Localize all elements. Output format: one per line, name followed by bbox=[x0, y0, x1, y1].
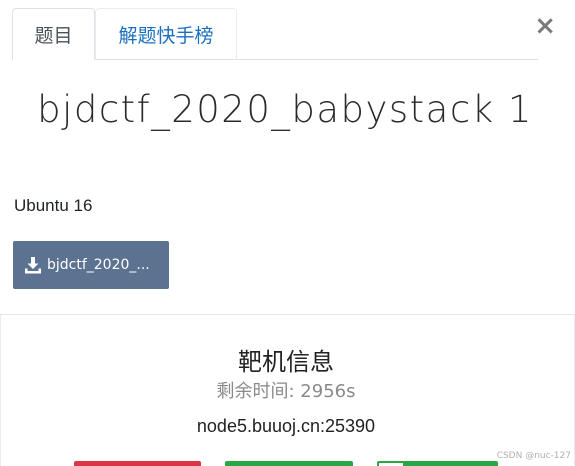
challenge-modal: 题目 解题快手榜 × bjdctf_2020_babystack 1 Ubunt… bbox=[0, 0, 575, 466]
instance-remaining-time: 剩余时间: 2956s bbox=[216, 381, 356, 402]
challenge-description: Ubuntu 16 bbox=[14, 196, 93, 215]
tab-challenge[interactable]: 题目 bbox=[12, 8, 95, 60]
tab-bar: 题目 解题快手榜 bbox=[12, 8, 538, 60]
instance-address: node5.buuoj.cn:25390 bbox=[196, 416, 376, 436]
instance-title: 靶机信息 bbox=[238, 348, 334, 376]
tab-solve-leaderboard[interactable]: 解题快手榜 bbox=[95, 8, 237, 60]
instance-panel: 靶机信息 剩余时间: 2956s node5.buuoj.cn:25390 bbox=[0, 315, 575, 466]
destroy-instance-button[interactable] bbox=[74, 461, 201, 466]
close-button[interactable]: × bbox=[534, 13, 556, 39]
download-icon bbox=[25, 257, 41, 274]
close-icon: × bbox=[534, 11, 556, 41]
download-button-label: bjdctf_2020_... bbox=[47, 257, 150, 273]
renew-instance-button[interactable] bbox=[225, 461, 353, 466]
download-attachment-button[interactable]: bjdctf_2020_... bbox=[13, 241, 169, 289]
csdn-watermark: CSDN @nuc-127 bbox=[496, 451, 571, 461]
challenge-title: bjdctf_2020_babystack 1 bbox=[37, 88, 533, 131]
submit-flag-button[interactable] bbox=[377, 461, 498, 466]
